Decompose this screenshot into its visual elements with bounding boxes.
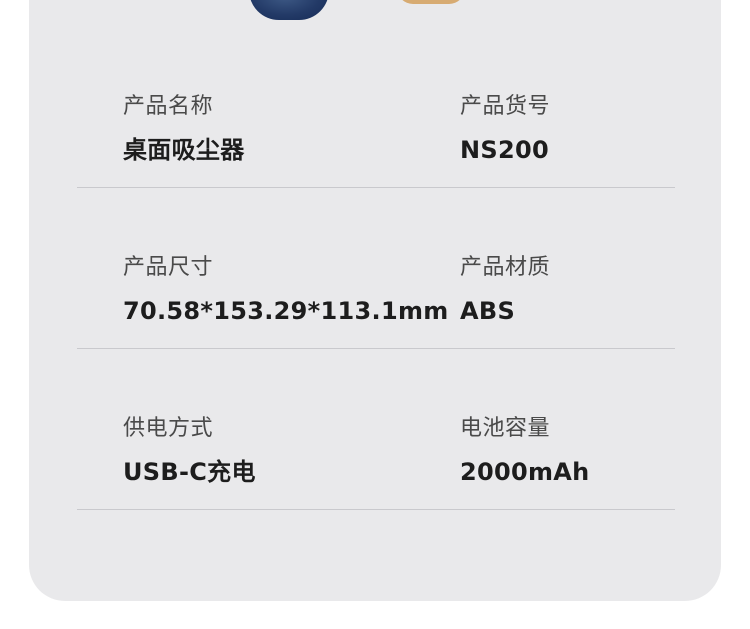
spec-card: 产品名称 桌面吸尘器 产品货号 NS200 产品尺寸 70.58*153.29*… bbox=[29, 0, 721, 601]
spec-item-product-size: 产品尺寸 70.58*153.29*113.1mm bbox=[123, 254, 449, 326]
spec-label: 电池容量 bbox=[460, 416, 551, 441]
spec-value: 桌面吸尘器 bbox=[123, 136, 245, 164]
spec-value: ABS bbox=[460, 297, 516, 325]
spec-label: 产品名称 bbox=[123, 94, 214, 119]
spec-label: 产品货号 bbox=[460, 94, 551, 119]
spec-item-product-material: 产品材质 ABS bbox=[460, 254, 550, 326]
spec-row: 供电方式 USB-C充电 电池容量 2000mAh bbox=[77, 349, 675, 510]
spec-value: USB-C充电 bbox=[123, 458, 256, 486]
spec-row: 产品名称 桌面吸尘器 产品货号 NS200 bbox=[77, 27, 675, 188]
spec-row: 产品尺寸 70.58*153.29*113.1mm 产品材质 ABS bbox=[77, 188, 675, 349]
product-image-blue-part bbox=[249, 0, 329, 20]
spec-value: 2000mAh bbox=[460, 458, 590, 486]
spec-value: NS200 bbox=[460, 136, 549, 164]
spec-label: 产品材质 bbox=[460, 255, 551, 280]
row-divider bbox=[77, 509, 675, 510]
spec-value: 70.58*153.29*113.1mm bbox=[123, 297, 449, 325]
product-image-gold-part bbox=[397, 0, 465, 4]
spec-label: 产品尺寸 bbox=[123, 255, 214, 280]
spec-label: 供电方式 bbox=[123, 416, 214, 441]
spec-item-product-code: 产品货号 NS200 bbox=[460, 93, 550, 165]
spec-item-power-supply: 供电方式 USB-C充电 bbox=[123, 415, 256, 487]
spec-item-battery-capacity: 电池容量 2000mAh bbox=[460, 415, 590, 487]
spec-item-product-name: 产品名称 桌面吸尘器 bbox=[123, 93, 245, 165]
